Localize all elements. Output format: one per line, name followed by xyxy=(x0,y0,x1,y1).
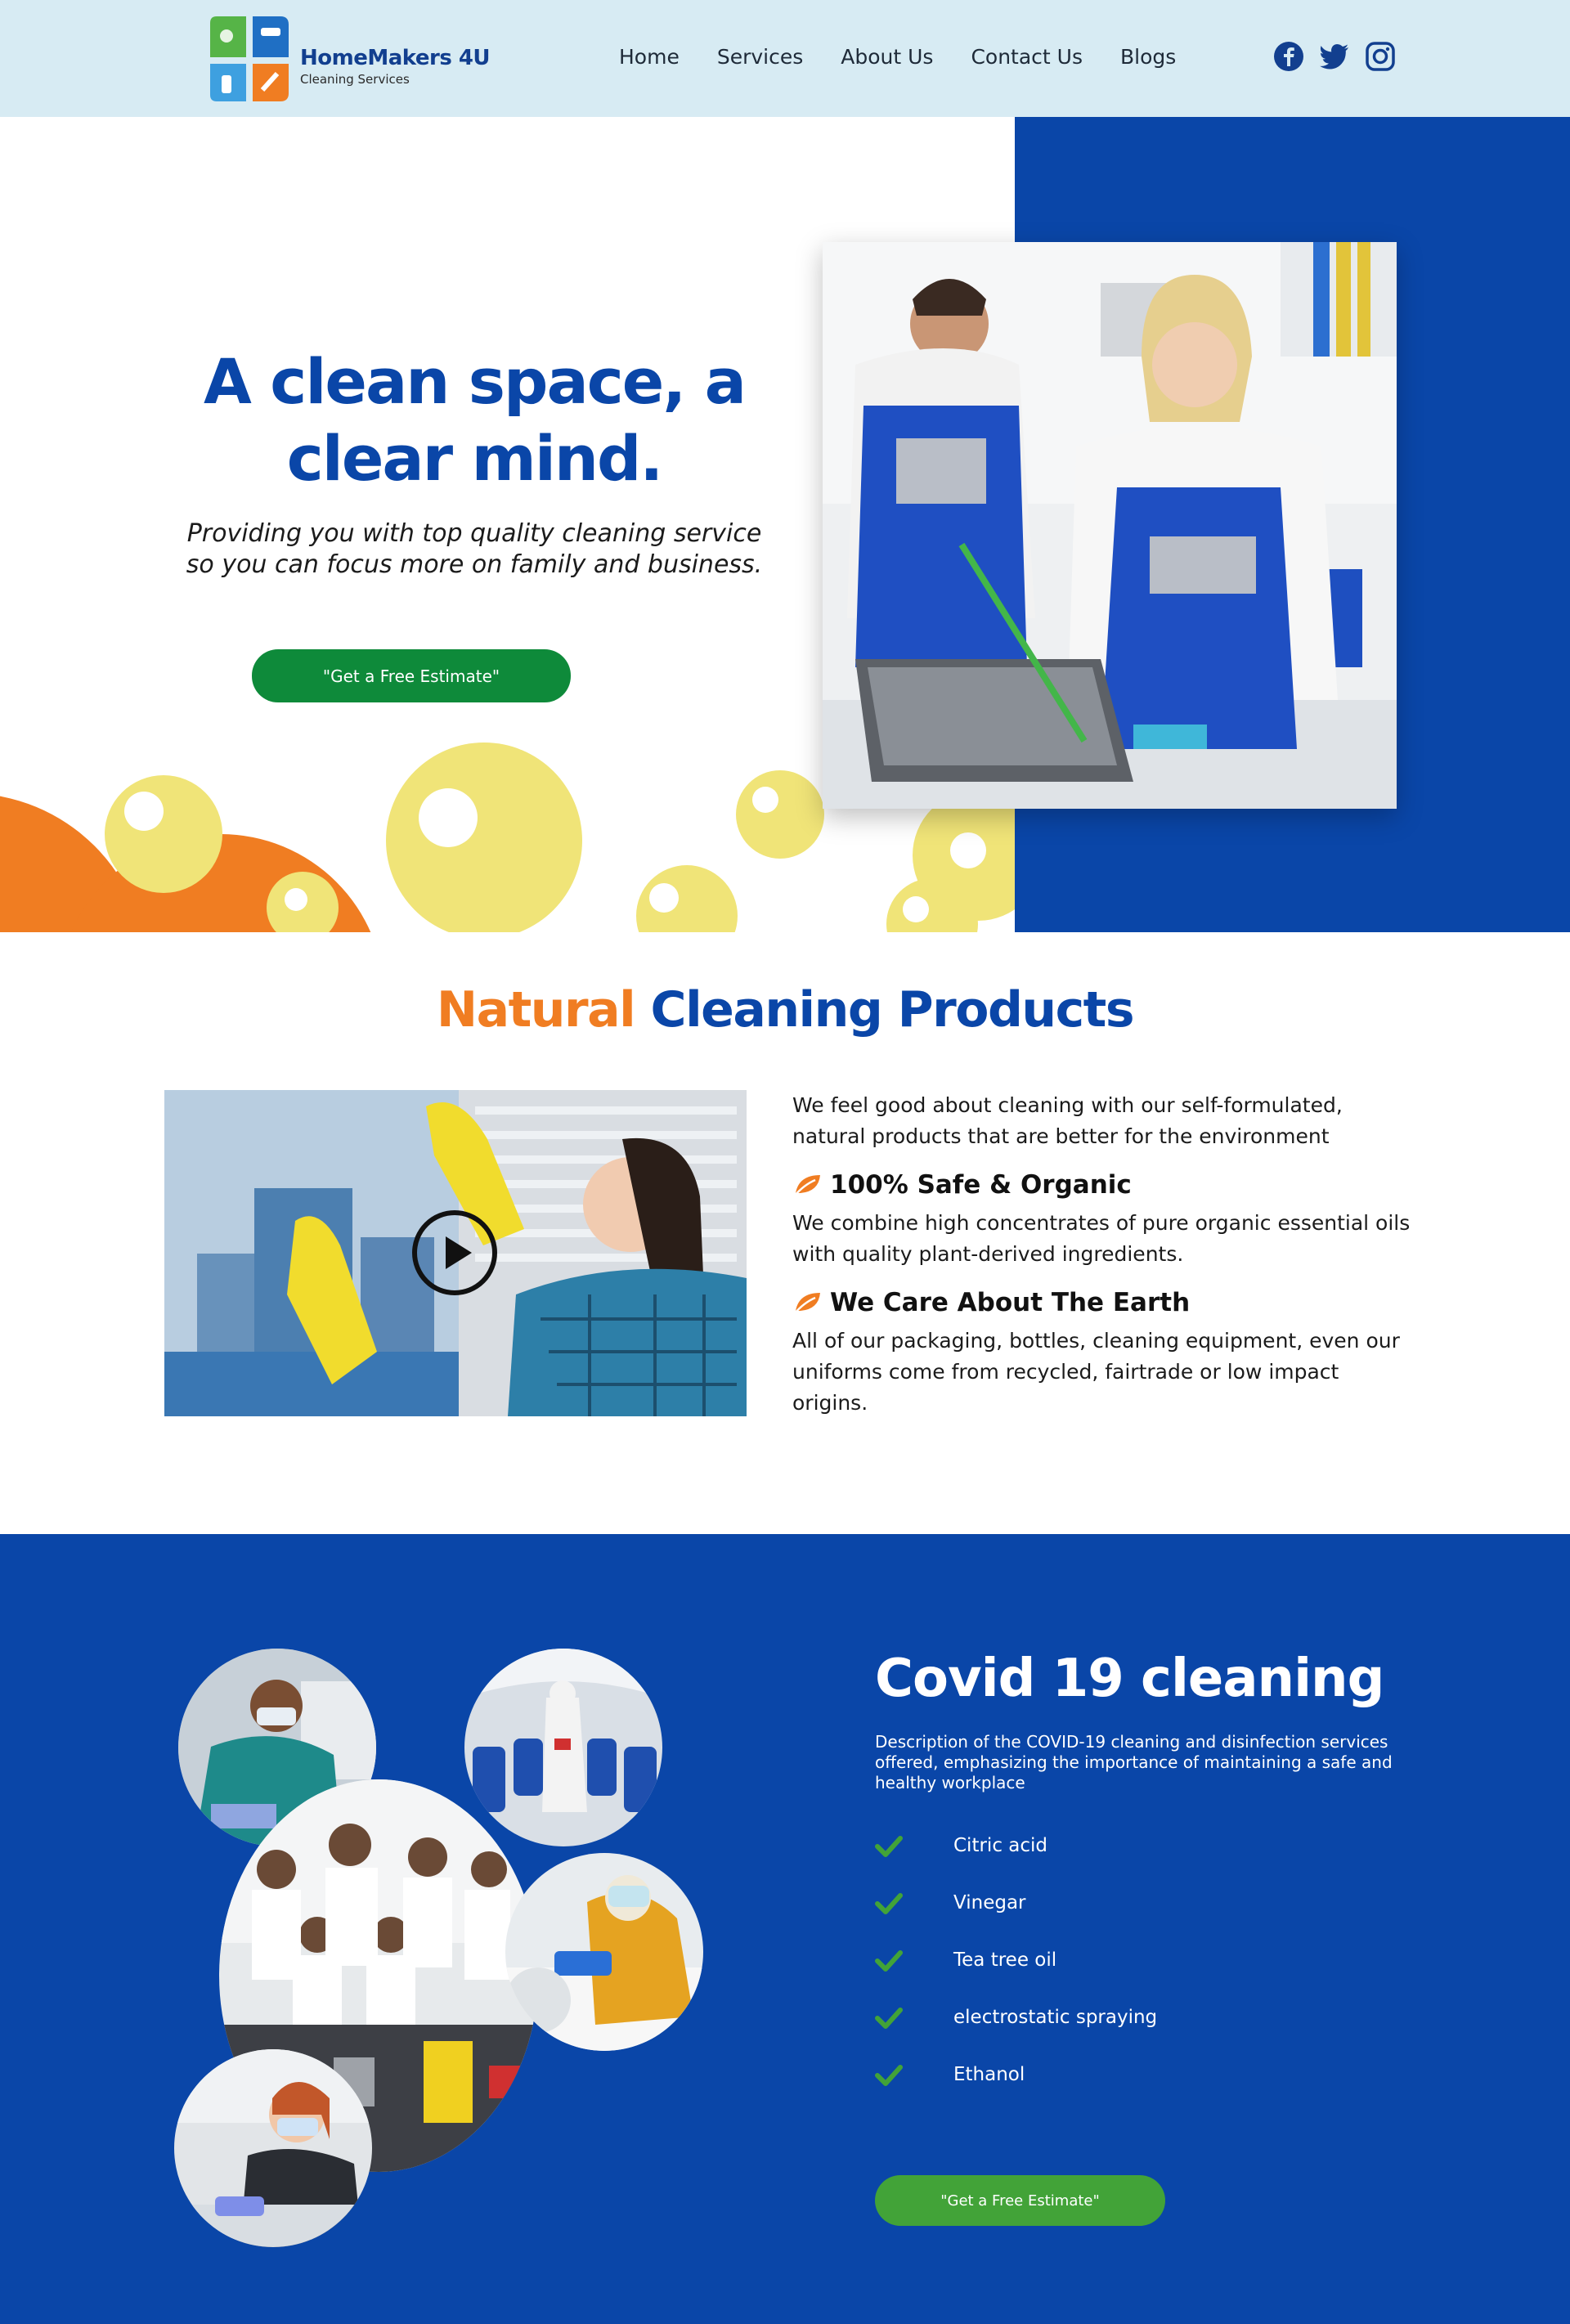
leaf-icon xyxy=(793,1175,820,1197)
nav-blogs[interactable]: Blogs xyxy=(1120,45,1176,69)
covid-title: Covid 19 cleaning xyxy=(875,1649,1384,1709)
hero-subtitle-line1: Providing you with top quality cleaning … xyxy=(186,519,762,548)
check-icon xyxy=(875,1950,903,1972)
natural-title-blue: Cleaning Products xyxy=(650,981,1135,1039)
brand-tagline: Cleaning Services xyxy=(300,72,410,87)
play-icon[interactable] xyxy=(411,1209,498,1296)
list-item: Ethanol xyxy=(875,2046,1157,2103)
checklist-label: Tea tree oil xyxy=(953,1949,1057,1971)
logo-icon[interactable] xyxy=(202,11,297,106)
nav-home[interactable]: Home xyxy=(619,45,680,69)
checklist-label: Citric acid xyxy=(953,1835,1047,1856)
video-player[interactable] xyxy=(164,1090,747,1416)
hero-subtitle: Providing you with top quality cleaning … xyxy=(131,518,818,581)
hero-title-line2: clear mind. xyxy=(286,422,663,495)
facebook-icon[interactable] xyxy=(1273,41,1304,72)
covid-free-estimate-button[interactable]: "Get a Free Estimate" xyxy=(875,2175,1165,2226)
brand-name: HomeMakers 4U xyxy=(300,46,491,70)
list-item: Citric acid xyxy=(875,1817,1157,1874)
feature-title-safe: 100% Safe & Organic xyxy=(830,1170,1132,1200)
free-estimate-button[interactable]: "Get a Free Estimate" xyxy=(252,649,571,702)
list-item: Tea tree oil xyxy=(875,1931,1157,1989)
check-icon xyxy=(875,2008,903,2029)
social-links xyxy=(1273,41,1396,72)
main-nav: Home Services About Us Contact Us Blogs xyxy=(619,45,1213,69)
leaf-icon xyxy=(793,1293,820,1315)
hero-subtitle-line2: so you can focus more on family and busi… xyxy=(186,550,763,579)
twitter-icon[interactable] xyxy=(1319,41,1350,72)
checklist-label: electrostatic spraying xyxy=(953,2007,1158,2028)
covid-checklist: Citric acid Vinegar Tea tree oil electro… xyxy=(875,1817,1157,2103)
covid-photo-airplane-disinfection xyxy=(464,1649,662,1846)
check-icon xyxy=(875,1836,903,1857)
hero-cleaners-image xyxy=(823,242,1397,809)
list-item: Vinegar xyxy=(875,1874,1157,1931)
check-icon xyxy=(875,2065,903,2086)
check-icon xyxy=(875,1893,903,1914)
hero-title-line1: A clean space, a xyxy=(204,345,747,418)
instagram-icon[interactable] xyxy=(1365,41,1396,72)
list-item: electrostatic spraying xyxy=(875,1989,1157,2046)
hero-title: A clean space, a clear mind. xyxy=(131,343,818,497)
natural-title-orange: Natural xyxy=(436,981,636,1039)
brand: HomeMakers 4U Cleaning Services xyxy=(300,46,491,87)
covid-photo-hazmat-suit xyxy=(505,1853,703,2051)
feature-text-earth: All of our packaging, bottles, cleaning … xyxy=(792,1329,1400,1415)
covid-description: Description of the COVID-19 cleaning and… xyxy=(875,1732,1393,1792)
feature-heading-safe: 100% Safe & Organic xyxy=(792,1170,1414,1200)
natural-text-block: We feel good about cleaning with our sel… xyxy=(792,1090,1414,1419)
natural-section-title: Natural Cleaning Products xyxy=(0,981,1570,1039)
natural-intro: We feel good about cleaning with our sel… xyxy=(792,1093,1343,1148)
checklist-label: Ethanol xyxy=(953,2064,1025,2085)
feature-title-earth: We Care About The Earth xyxy=(830,1288,1191,1317)
nav-about-us[interactable]: About Us xyxy=(841,45,933,69)
nav-services[interactable]: Services xyxy=(717,45,803,69)
site-header: HomeMakers 4U Cleaning Services Home Ser… xyxy=(0,0,1570,117)
feature-text-safe: We combine high concentrates of pure org… xyxy=(792,1211,1411,1266)
feature-heading-earth: We Care About The Earth xyxy=(792,1288,1414,1317)
checklist-label: Vinegar xyxy=(953,1892,1026,1913)
covid-photo-office-wipe xyxy=(174,2049,372,2247)
nav-contact-us[interactable]: Contact Us xyxy=(971,45,1083,69)
